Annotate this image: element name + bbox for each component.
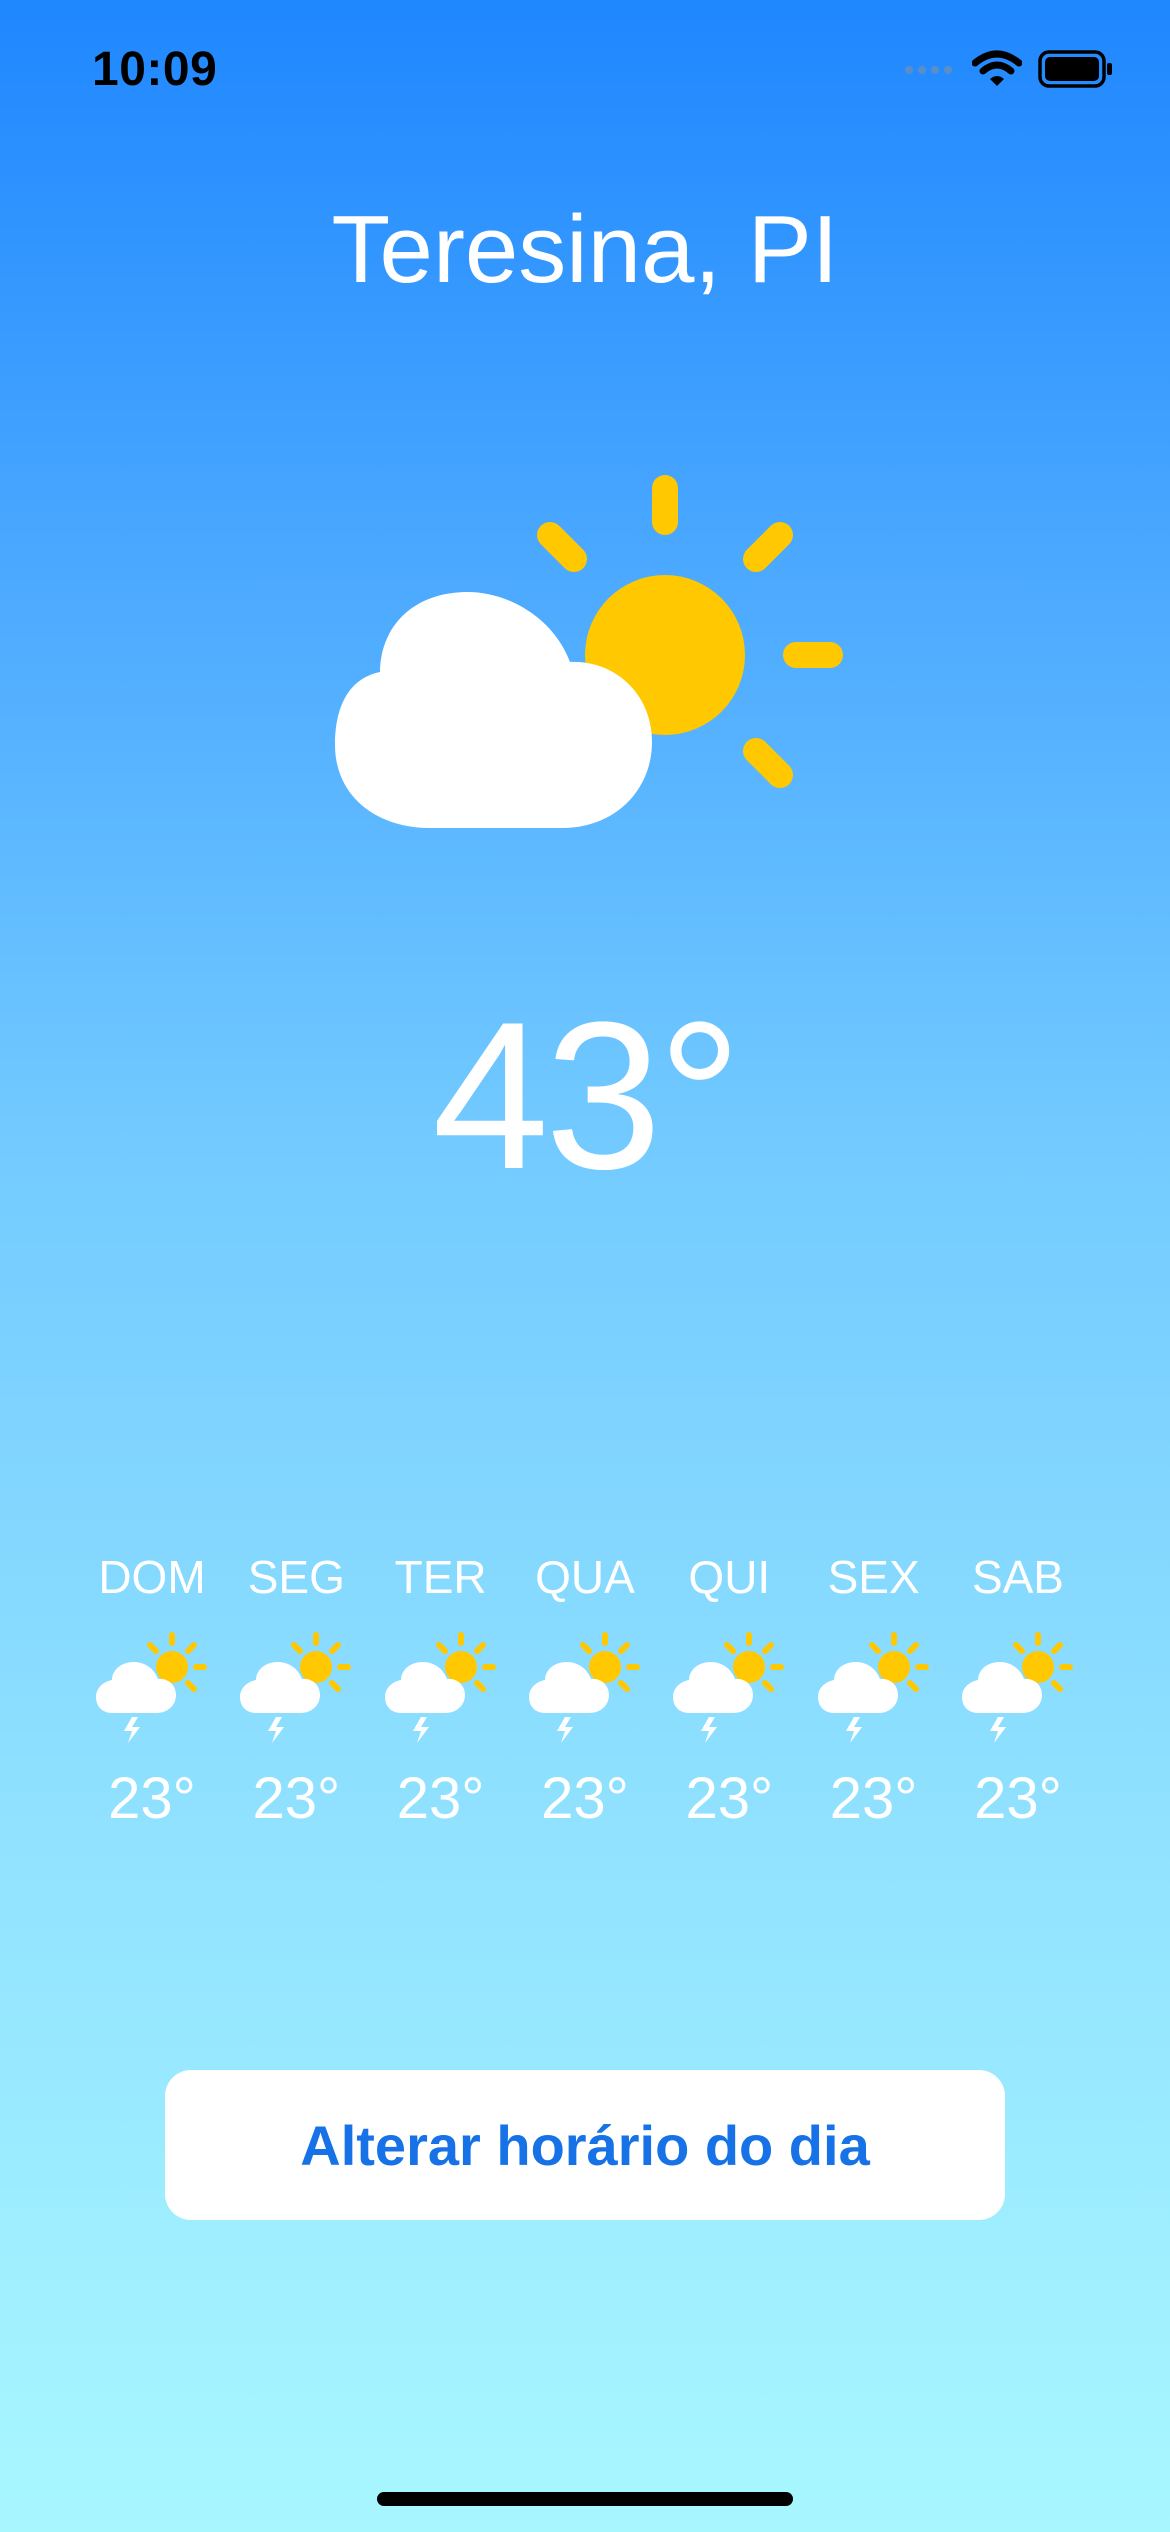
thunderstorm-partly-sunny-icon [240, 1632, 352, 1743]
city-title: Teresina, PI [331, 196, 839, 303]
forecast-day: DOM 23° [80, 1545, 224, 1832]
forecast-day: QUA 23° [513, 1545, 657, 1832]
thunderstorm-partly-sunny-icon [817, 1632, 929, 1743]
forecast-temperature: 23° [829, 1766, 918, 1831]
forecast-day-label: TER [394, 1551, 487, 1603]
home-indicator[interactable] [377, 2492, 793, 2506]
forecast-day-label: DOM [98, 1551, 206, 1603]
forecast-temperature: 23° [396, 1766, 485, 1831]
forecast-day: SEX 23° [802, 1545, 946, 1832]
partly-cloudy-icon [330, 460, 870, 840]
thunderstorm-partly-sunny-icon [384, 1632, 496, 1743]
weekly-forecast: DOM 23° SEG 23° TER 23° QUA 23° QUI 23° … [80, 1545, 1090, 1832]
forecast-temperature: 23° [108, 1766, 196, 1831]
forecast-day-label: QUI [688, 1551, 771, 1603]
forecast-temperature: 23° [541, 1766, 629, 1831]
status-time: 10:09 [92, 43, 218, 96]
thunderstorm-partly-sunny-icon [673, 1632, 785, 1743]
forecast-day: TER 23° [369, 1545, 513, 1832]
current-temperature: 43° [432, 978, 742, 1213]
forecast-temperature: 23° [252, 1766, 341, 1831]
thunderstorm-partly-sunny-icon [528, 1632, 640, 1743]
forecast-day: QUI 23° [657, 1545, 801, 1832]
forecast-day-label: SAB [971, 1551, 1064, 1603]
forecast-day-label: SEX [827, 1551, 920, 1603]
forecast-day-label: SEG [247, 1551, 345, 1603]
forecast-day: SAB 23° [946, 1545, 1090, 1832]
forecast-temperature: 23° [974, 1766, 1062, 1831]
thunderstorm-partly-sunny-icon [96, 1632, 207, 1743]
cellular-signal-icon [904, 63, 956, 81]
forecast-day-label: QUA [535, 1551, 635, 1603]
change-time-of-day-button[interactable]: Alterar horário do dia [165, 2070, 1005, 2220]
battery-icon [1038, 50, 1114, 93]
wifi-icon [971, 50, 1023, 93]
thunderstorm-partly-sunny-icon [961, 1632, 1073, 1743]
forecast-temperature: 23° [685, 1766, 774, 1831]
status-bar: 10:09 [0, 0, 1170, 150]
status-icons [904, 50, 1114, 93]
forecast-day: SEG 23° [224, 1545, 368, 1832]
